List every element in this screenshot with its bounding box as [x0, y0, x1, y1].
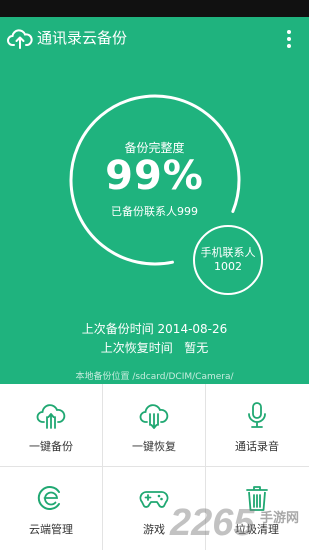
- tile-label: 通话录音: [235, 440, 279, 453]
- more-vertical-icon[interactable]: [279, 27, 299, 51]
- app-title: 通讯录云备份: [37, 29, 128, 47]
- last-backup-time: 上次备份时间 2014-08-26: [81, 322, 228, 336]
- cloud-management-button[interactable]: 云端管理: [0, 467, 102, 549]
- phone-contacts-count: 1002: [214, 260, 242, 273]
- watermark-text: 手游网: [260, 511, 300, 526]
- cloud-download-icon: [139, 404, 169, 429]
- local-backup-path: 本地备份位置 /sdcard/DCIM/Camera/: [75, 372, 234, 382]
- tile-label: 一键备份: [29, 440, 73, 453]
- last-restore-time: 上次恢复时间 暂无: [100, 341, 209, 355]
- tile-label: 云端管理: [29, 523, 73, 536]
- cloud-upload-icon: [36, 404, 66, 429]
- app-bar: 通讯录云备份: [0, 17, 309, 59]
- cloud-upload-icon: [7, 29, 33, 49]
- one-click-backup-button[interactable]: 一键备份: [0, 384, 102, 466]
- one-click-restore-button[interactable]: 一键恢复: [103, 384, 205, 466]
- microphone-icon: [248, 402, 266, 428]
- watermark-number: 2265: [170, 502, 255, 544]
- call-recording-button[interactable]: 通话录音: [206, 384, 308, 466]
- hero-panel: 通讯录云备份 备份完整度 99% 已备份联系人999 手机联系人 1002 上次…: [0, 17, 309, 384]
- backed-up-contacts: 已备份联系人999: [111, 205, 198, 218]
- watermark-logo: 2265 手游网: [170, 502, 309, 550]
- phone-contacts-label: 手机联系人: [200, 246, 256, 259]
- cloud-manage-icon: [37, 486, 60, 510]
- gamepad-icon: [139, 491, 169, 508]
- status-bar: [0, 0, 309, 17]
- tile-label: 一键恢复: [132, 440, 176, 453]
- backup-percent: 99%: [105, 153, 204, 199]
- phone-contacts-bubble[interactable]: 手机联系人 1002: [193, 225, 263, 295]
